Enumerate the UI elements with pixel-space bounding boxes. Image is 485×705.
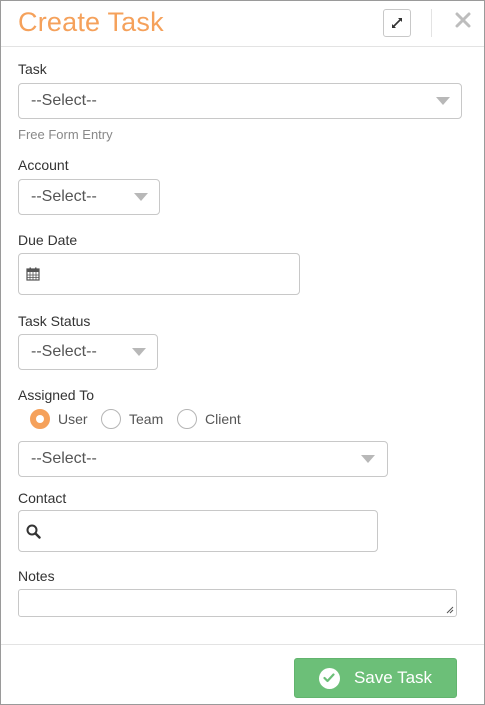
- task-status-select[interactable]: --Select--: [18, 334, 158, 370]
- close-button[interactable]: [453, 9, 473, 31]
- account-select-value: --Select--: [31, 188, 97, 205]
- chevron-down-icon: [436, 97, 450, 105]
- header-divider: [431, 9, 432, 37]
- task-select[interactable]: --Select--: [18, 83, 462, 119]
- task-status-label: Task Status: [18, 313, 91, 329]
- account-select[interactable]: --Select--: [18, 179, 160, 215]
- assign-client-radio[interactable]: [177, 409, 197, 429]
- free-form-entry-link[interactable]: Free Form Entry: [18, 127, 113, 142]
- save-task-label: Save Task: [353, 668, 433, 687]
- search-icon: [26, 524, 41, 539]
- due-date-input[interactable]: [18, 253, 300, 295]
- expand-icon: [392, 18, 402, 28]
- chevron-down-icon: [134, 193, 148, 201]
- assign-user-radio[interactable]: [30, 409, 50, 429]
- task-status-select-value: --Select--: [31, 343, 97, 360]
- assign-team-radio[interactable]: [101, 409, 121, 429]
- account-label: Account: [18, 157, 69, 173]
- assign-client-label[interactable]: Client: [205, 411, 241, 427]
- notes-textarea[interactable]: [18, 589, 457, 617]
- calendar-icon[interactable]: [26, 267, 40, 281]
- create-task-dialog: Create Task Task --Select-- Free Form En…: [0, 0, 485, 705]
- assignee-select[interactable]: --Select--: [18, 441, 388, 477]
- check-circle-icon: [318, 667, 340, 689]
- dialog-title: Create Task: [18, 7, 164, 37]
- task-label: Task: [18, 61, 47, 77]
- expand-button[interactable]: [383, 9, 411, 37]
- close-icon: [455, 12, 471, 28]
- chevron-down-icon: [132, 348, 146, 356]
- assigned-to-label: Assigned To: [18, 387, 95, 403]
- resize-grip-icon[interactable]: [446, 606, 454, 614]
- assign-user-label[interactable]: User: [58, 411, 88, 427]
- dialog-header: Create Task: [1, 1, 484, 47]
- assignee-select-value: --Select--: [31, 450, 97, 467]
- task-select-value: --Select--: [31, 92, 97, 109]
- chevron-down-icon: [361, 455, 375, 463]
- due-date-label: Due Date: [18, 232, 78, 248]
- footer-divider: [1, 644, 484, 645]
- notes-label: Notes: [18, 568, 55, 584]
- save-task-button[interactable]: Save Task: [294, 658, 457, 698]
- contact-label: Contact: [18, 490, 67, 506]
- contact-search-input[interactable]: [18, 510, 378, 552]
- assign-team-label[interactable]: Team: [129, 411, 163, 427]
